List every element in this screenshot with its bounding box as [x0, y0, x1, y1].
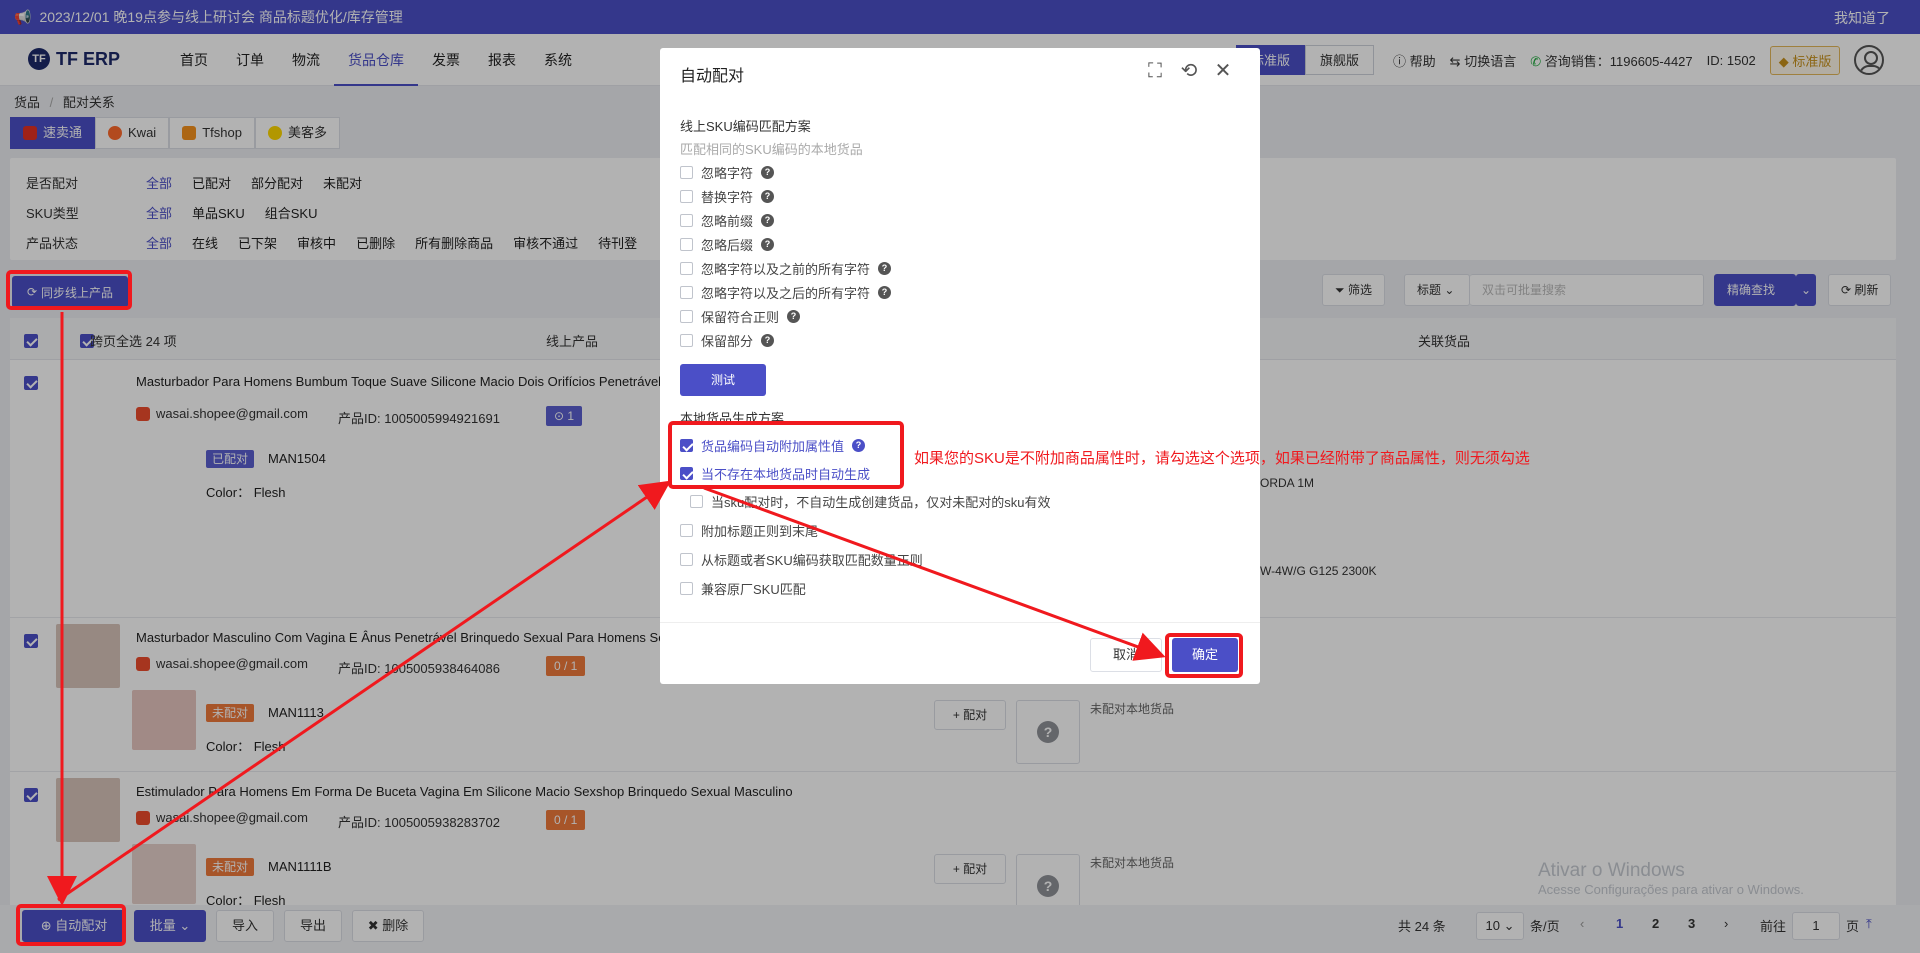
annotation-arrows	[47, 312, 1166, 906]
arrow-auto-to-options	[57, 480, 671, 902]
arrow-options-to-confirm	[703, 486, 1166, 661]
windows-watermark: Ativar o Windows Acesse Configurações pa…	[1538, 860, 1804, 897]
